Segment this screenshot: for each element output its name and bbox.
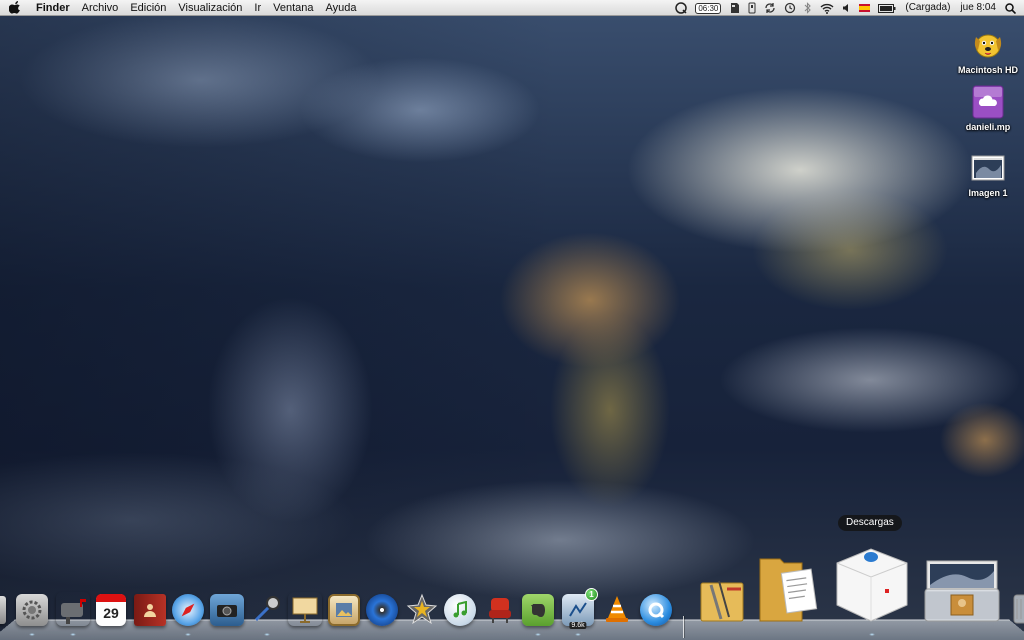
dock-item-partial[interactable]: [0, 596, 6, 624]
calendar-month-strip: [96, 594, 126, 602]
wifi-icon[interactable]: [816, 0, 838, 16]
menubar-clock[interactable]: jue 8:04: [955, 0, 1001, 16]
volume-icon[interactable]: [838, 0, 855, 16]
dvd-disc-icon: [366, 594, 398, 626]
timer-value: 06:30: [695, 2, 722, 14]
running-indicator: [70, 633, 76, 636]
menu-edicion[interactable]: Edición: [124, 0, 172, 16]
time-machine-icon[interactable]: [780, 0, 800, 16]
address-book-icon: [134, 594, 166, 626]
iphoto-camera-icon: [210, 594, 244, 626]
dock-item-vlc[interactable]: [600, 592, 634, 626]
dock-item-mail[interactable]: [56, 592, 90, 636]
vlc-cone-icon: [600, 592, 634, 626]
desktop-icon-macintosh-hd[interactable]: Macintosh HD: [948, 27, 1024, 75]
dock-item-evernote[interactable]: [522, 594, 554, 636]
dock-tooltip: Descargas: [838, 515, 902, 531]
battery-status-text[interactable]: (Cargada): [900, 0, 955, 16]
network-monitor-icon: 1 9.6k: [562, 588, 598, 629]
menu-finder[interactable]: Finder: [30, 0, 76, 16]
running-indicator: [264, 633, 270, 636]
mailbox-icon: [56, 592, 90, 626]
downloads-stack-icon: [830, 540, 914, 626]
evernote-status-icon[interactable]: [725, 0, 744, 16]
dock-divider: [683, 616, 684, 638]
trash-can-icon: [1010, 588, 1024, 626]
menu-visualizacion[interactable]: Visualización: [172, 0, 248, 16]
sync-icon[interactable]: [760, 0, 780, 16]
calendar-icon: 29: [96, 594, 126, 626]
menu-bar: Finder Archivo Edición Visualización Ir …: [0, 0, 1024, 16]
running-indicator: [575, 633, 581, 636]
dock-item-ical[interactable]: 29: [96, 594, 126, 626]
calendar-day: 29: [103, 605, 119, 621]
menu-ir[interactable]: Ir: [248, 0, 267, 16]
bluetooth-icon[interactable]: [800, 0, 816, 16]
evernote-elephant-icon: [522, 594, 554, 626]
menu-archivo[interactable]: Archivo: [76, 0, 125, 16]
dock-item-keynote[interactable]: [288, 592, 322, 626]
spain-flag-icon: [859, 4, 871, 12]
dock-item-quicktime[interactable]: [640, 594, 672, 626]
itunes-note-icon: [444, 594, 476, 626]
battery-icon[interactable]: [874, 0, 900, 16]
imovie-star-icon: [404, 592, 440, 626]
dock-item-safari[interactable]: [172, 594, 204, 636]
dock-item-imovie[interactable]: [404, 592, 440, 626]
timer-status[interactable]: 06:30: [691, 0, 725, 16]
dock-item-preview[interactable]: [250, 592, 284, 636]
preview-loupe-icon: [250, 592, 284, 626]
screenshots-stack-icon: [920, 554, 1004, 626]
idisk-cloud-icon: [970, 84, 1006, 120]
applications-stack-icon: [696, 574, 750, 626]
partial-app-icon: [0, 596, 6, 624]
running-indicator: [535, 633, 541, 636]
desktop-icon-label: Macintosh HD: [957, 65, 1018, 75]
system-preferences-icon: [16, 594, 48, 626]
screenshot-file-icon: [970, 150, 1006, 186]
front-row-chair-icon: [484, 592, 516, 626]
dock-item-itunes[interactable]: [444, 594, 476, 626]
running-indicator: [185, 633, 191, 636]
dock-item-network-monitor[interactable]: 1 9.6k: [562, 588, 598, 636]
safari-compass-icon: [172, 594, 204, 626]
notification-badge: 1: [585, 588, 598, 601]
usb-drive-icon[interactable]: [744, 0, 760, 16]
dock-item-front-row[interactable]: [484, 592, 516, 626]
keynote-podium-icon: [288, 592, 322, 626]
spotlight-icon[interactable]: [1001, 0, 1024, 16]
dock-item-address-book[interactable]: [134, 594, 166, 626]
input-source-flag-icon[interactable]: [855, 0, 874, 16]
quicktime-q-icon: [640, 594, 672, 626]
photo-frame-icon: [328, 594, 360, 626]
menu-ventana[interactable]: Ventana: [267, 0, 319, 16]
apple-menu-icon[interactable]: [0, 0, 30, 16]
dock-item-iphoto-slideshow[interactable]: [328, 594, 360, 626]
dock-item-dvd-player[interactable]: [366, 594, 398, 626]
dock-item-system-preferences[interactable]: [16, 594, 48, 636]
dock-item-screenshots-stack[interactable]: [920, 554, 1004, 626]
status-menus: 06:30 (Cargada) jue 8:04: [671, 0, 1024, 16]
desktop-icon-imagen-1[interactable]: Imagen 1: [948, 150, 1024, 198]
wallpaper-night-shade: [0, 0, 560, 640]
dock-item-trash[interactable]: [1010, 588, 1024, 626]
running-indicator: [29, 633, 35, 636]
desktop-icon-label: danieli.mp: [965, 122, 1011, 132]
dock-item-applications-stack[interactable]: [696, 574, 750, 626]
dog-hard-drive-icon: [970, 27, 1006, 63]
menu-ayuda[interactable]: Ayuda: [320, 0, 363, 16]
documents-stack-icon: [756, 552, 822, 626]
desktop-icon-idisk[interactable]: danieli.mp: [948, 84, 1024, 132]
quicksilver-icon[interactable]: [671, 0, 691, 16]
network-speed-label: 9.6k: [569, 622, 587, 629]
dock-item-documents-stack[interactable]: [756, 552, 822, 626]
running-indicator: [869, 633, 875, 636]
dock-item-iphoto[interactable]: [210, 594, 244, 626]
dock-item-downloads-stack[interactable]: [830, 540, 914, 636]
desktop-icon-label: Imagen 1: [968, 188, 1008, 198]
